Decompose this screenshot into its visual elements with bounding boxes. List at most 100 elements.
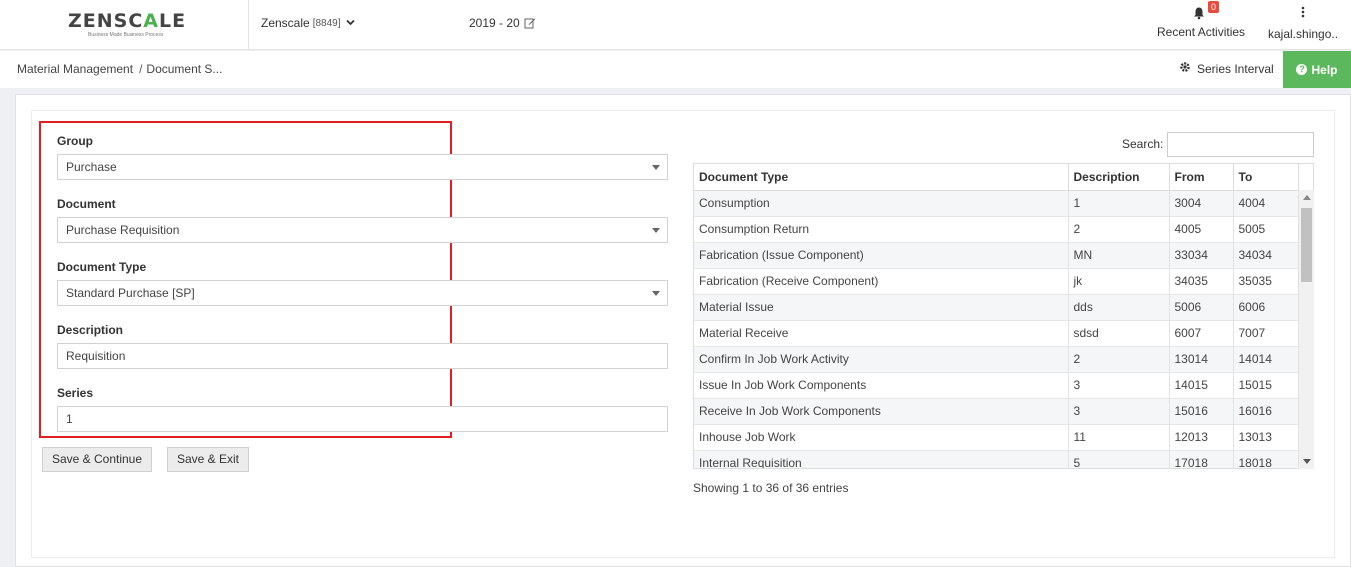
question-circle-icon: ? bbox=[1296, 64, 1308, 75]
document-type-select-value: Standard Purchase [SP] bbox=[66, 286, 195, 300]
dropdown-caret-icon bbox=[652, 291, 660, 296]
table-cell: Internal Requisition bbox=[694, 450, 1069, 468]
table-cell: Fabrication (Receive Component) bbox=[694, 268, 1069, 295]
table-row[interactable]: Internal Requisition 5 17018 18018 bbox=[694, 450, 1299, 468]
table-cell: Fabrication (Issue Component) bbox=[694, 242, 1069, 269]
table-cell: 15015 bbox=[1233, 372, 1299, 399]
breadcrumb-root[interactable]: Material Management bbox=[17, 62, 133, 76]
company-selector[interactable]: Zenscale [8849] bbox=[261, 16, 355, 30]
dropdown-caret-icon bbox=[652, 165, 660, 170]
table-row[interactable]: Receive In Job Work Components 3 15016 1601… bbox=[694, 398, 1299, 425]
document-select[interactable]: Purchase Requisition bbox=[57, 217, 668, 243]
table-cell: 12013 bbox=[1169, 424, 1234, 451]
description-input-value: Requisition bbox=[66, 349, 126, 363]
search-input[interactable] bbox=[1167, 132, 1314, 157]
user-name: kajal.shingo.. bbox=[1268, 27, 1339, 41]
table-row[interactable]: Consumption 1 3004 4004 bbox=[694, 190, 1299, 217]
gear-icon bbox=[1179, 61, 1191, 76]
table-cell: 3004 bbox=[1169, 190, 1234, 217]
group-select[interactable]: Purchase bbox=[57, 154, 668, 180]
help-button[interactable]: ? Help bbox=[1283, 51, 1351, 88]
table-cell: 5005 bbox=[1233, 216, 1299, 243]
table-cell: 4005 bbox=[1169, 216, 1234, 243]
edit-icon[interactable] bbox=[524, 17, 536, 29]
header-divider bbox=[248, 0, 249, 50]
table-row[interactable]: Material Receive sdsd 6007 7007 bbox=[694, 320, 1299, 347]
table-cell: 6006 bbox=[1233, 294, 1299, 321]
table-cell: 34034 bbox=[1233, 242, 1299, 269]
table-cell: 33034 bbox=[1169, 242, 1234, 269]
table-cell: 2 bbox=[1068, 216, 1170, 243]
breadcrumb-current: Document S... bbox=[146, 62, 223, 76]
table-cell: 3 bbox=[1068, 372, 1170, 399]
description-input[interactable]: Requisition bbox=[57, 343, 668, 369]
table-header-row: Document Type Description From To bbox=[694, 164, 1299, 191]
table-row[interactable]: Confirm In Job Work Activity 2 13014 14014 bbox=[694, 346, 1299, 373]
breadcrumb-separator: / bbox=[139, 62, 143, 76]
group-select-value: Purchase bbox=[66, 160, 117, 174]
table-cell: 35035 bbox=[1233, 268, 1299, 295]
recent-activities[interactable]: Recent Activities bbox=[1157, 6, 1246, 39]
document-type-select[interactable]: Standard Purchase [SP] bbox=[57, 280, 668, 306]
column-header[interactable]: To bbox=[1233, 164, 1299, 191]
table-row[interactable]: Fabrication (Receive Component) jk 34035 35… bbox=[694, 268, 1299, 295]
table-cell: MN bbox=[1068, 242, 1170, 269]
table-cell: 14015 bbox=[1169, 372, 1234, 399]
description-label: Description bbox=[57, 323, 124, 337]
table-cell: Material Issue bbox=[694, 294, 1069, 321]
chevron-down-icon bbox=[345, 18, 355, 28]
group-label: Group bbox=[57, 134, 93, 148]
logo-text-prefix: ZENSC bbox=[68, 10, 144, 32]
scroll-up-arrow-icon[interactable] bbox=[1303, 195, 1311, 200]
column-header[interactable]: Document Type bbox=[694, 164, 1069, 191]
table-cell: Material Receive bbox=[694, 320, 1069, 347]
column-header[interactable]: From bbox=[1169, 164, 1234, 191]
scroll-down-arrow-icon[interactable] bbox=[1303, 459, 1311, 464]
table-row[interactable]: Material Issue dds 5006 6006 bbox=[694, 294, 1299, 321]
table-cell: jk bbox=[1068, 268, 1170, 295]
help-label: Help bbox=[1311, 62, 1338, 77]
save-continue-button[interactable]: Save & Continue bbox=[42, 447, 152, 472]
table-cell: 7007 bbox=[1233, 320, 1299, 347]
table-cell: 5006 bbox=[1169, 294, 1234, 321]
table-cell: 3 bbox=[1068, 398, 1170, 425]
recent-activities-label: Recent Activities bbox=[1157, 25, 1246, 39]
table-cell: 16016 bbox=[1233, 398, 1299, 425]
table-cell: Consumption Return bbox=[694, 216, 1069, 243]
table-cell: Consumption bbox=[694, 190, 1069, 217]
document-series-table: Document Type Description From To Consum… bbox=[693, 163, 1314, 469]
table-cell: 13013 bbox=[1233, 424, 1299, 451]
company-name: Zenscale bbox=[261, 16, 310, 30]
scrollbar-thumb[interactable] bbox=[1301, 208, 1312, 282]
breadcrumb: Material Management / Document S... bbox=[17, 62, 222, 76]
table-row[interactable]: Inhouse Job Work 11 12013 13013 bbox=[694, 424, 1299, 451]
table-cell: 13014 bbox=[1169, 346, 1234, 373]
series-label: Series bbox=[57, 386, 94, 400]
bell-icon bbox=[1192, 6, 1206, 20]
user-menu[interactable]: kajal.shingo.. bbox=[1268, 6, 1338, 41]
save-exit-button[interactable]: Save & Exit bbox=[167, 447, 249, 472]
table-row[interactable]: Consumption Return 2 4005 5005 bbox=[694, 216, 1299, 243]
financial-year-selector[interactable]: 2019 - 20 bbox=[469, 16, 536, 30]
table-cell: sdsd bbox=[1068, 320, 1170, 347]
vertical-dots-icon bbox=[1268, 6, 1338, 20]
zenscale-logo[interactable]: ZENSCALE Business Made Business Process bbox=[68, 10, 185, 38]
table-cell: dds bbox=[1068, 294, 1170, 321]
table-row[interactable]: Issue In Job Work Components 3 14015 15015 bbox=[694, 372, 1299, 399]
financial-year: 2019 - 20 bbox=[469, 16, 520, 30]
table-scrollbar[interactable] bbox=[1298, 190, 1314, 469]
table-cell: 15016 bbox=[1169, 398, 1234, 425]
series-input[interactable]: 1 bbox=[57, 406, 668, 432]
logo-tagline: Business Made Business Process bbox=[88, 32, 164, 38]
table-cell: Inhouse Job Work bbox=[694, 424, 1069, 451]
table-cell: 11 bbox=[1068, 424, 1170, 451]
document-label: Document bbox=[57, 197, 116, 211]
series-interval-button[interactable]: Series Interval bbox=[1179, 61, 1274, 76]
table-info: Showing 1 to 36 of 36 entries bbox=[693, 481, 849, 495]
column-header[interactable]: Description bbox=[1068, 164, 1170, 191]
table-cell: 18018 bbox=[1233, 450, 1299, 468]
table-cell: 17018 bbox=[1169, 450, 1234, 468]
table-row[interactable]: Fabrication (Issue Component) MN 33034 3403… bbox=[694, 242, 1299, 269]
breadcrumb-bar: Material Management / Document S... Series… bbox=[0, 51, 1351, 88]
table-cell: 4004 bbox=[1233, 190, 1299, 217]
